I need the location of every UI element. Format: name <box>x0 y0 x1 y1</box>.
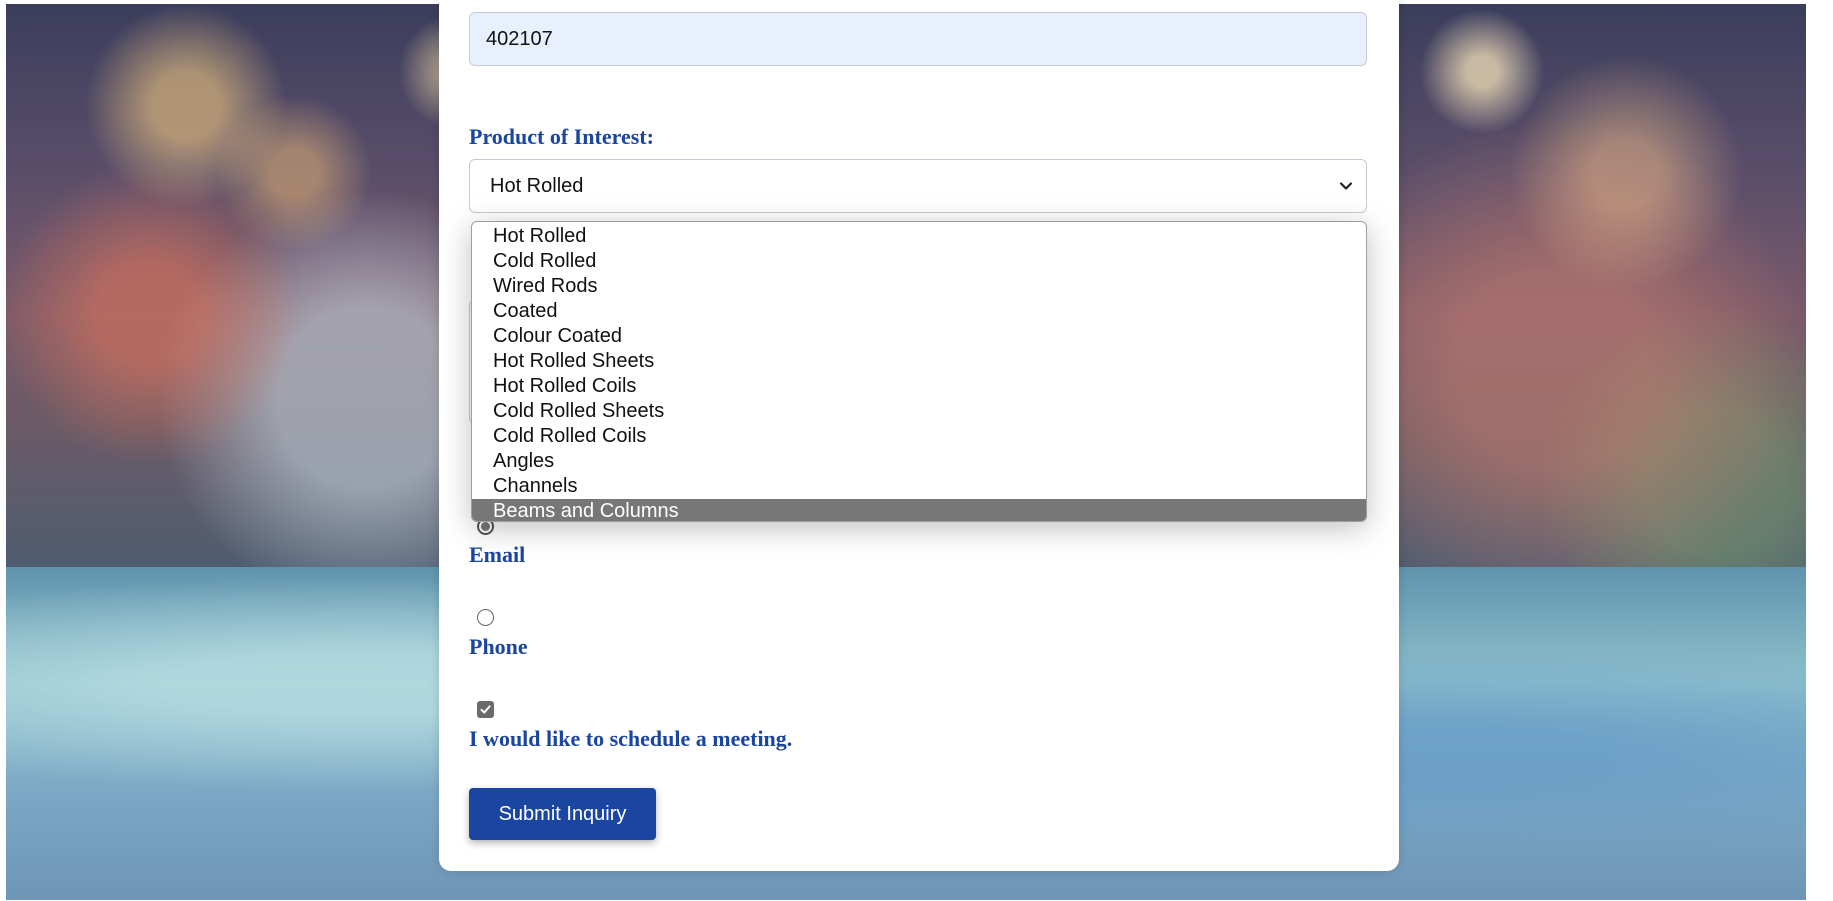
product-of-interest-label: Product of Interest: <box>469 124 654 149</box>
product-select-value: Hot Rolled <box>490 174 584 197</box>
product-option-highlighted[interactable]: Beams and Columns <box>472 499 1366 521</box>
product-option[interactable]: Angles <box>472 449 1366 474</box>
product-option[interactable]: Hot Rolled Sheets <box>472 349 1366 374</box>
chevron-down-icon <box>1339 182 1353 190</box>
product-option[interactable]: Cold Rolled Coils <box>472 424 1366 449</box>
product-dropdown-list[interactable]: Hot Rolled Cold Rolled Wired Rods Coated… <box>471 221 1367 522</box>
schedule-meeting-checkbox[interactable] <box>477 701 494 718</box>
product-option[interactable]: Wired Rods <box>472 274 1366 299</box>
checkmark-icon <box>480 705 491 714</box>
product-option[interactable]: Colour Coated <box>472 324 1366 349</box>
product-select[interactable]: Hot Rolled <box>469 159 1367 213</box>
product-option[interactable]: Cold Rolled <box>472 249 1366 274</box>
product-option[interactable]: Coated <box>472 299 1366 324</box>
product-option[interactable]: Hot Rolled <box>472 224 1366 249</box>
product-option[interactable]: Hot Rolled Coils <box>472 374 1366 399</box>
product-option[interactable]: Cold Rolled Sheets <box>472 399 1366 424</box>
contact-phone-radio[interactable] <box>477 609 494 626</box>
contact-phone-label: Phone <box>469 634 528 659</box>
schedule-meeting-label: I would like to schedule a meeting. <box>469 726 793 751</box>
pincode-input[interactable] <box>469 12 1367 66</box>
contact-email-label: Email <box>469 542 526 567</box>
submit-inquiry-button[interactable]: Submit Inquiry <box>469 788 656 840</box>
product-option[interactable]: Channels <box>472 474 1366 499</box>
page-edge <box>1806 0 1833 901</box>
